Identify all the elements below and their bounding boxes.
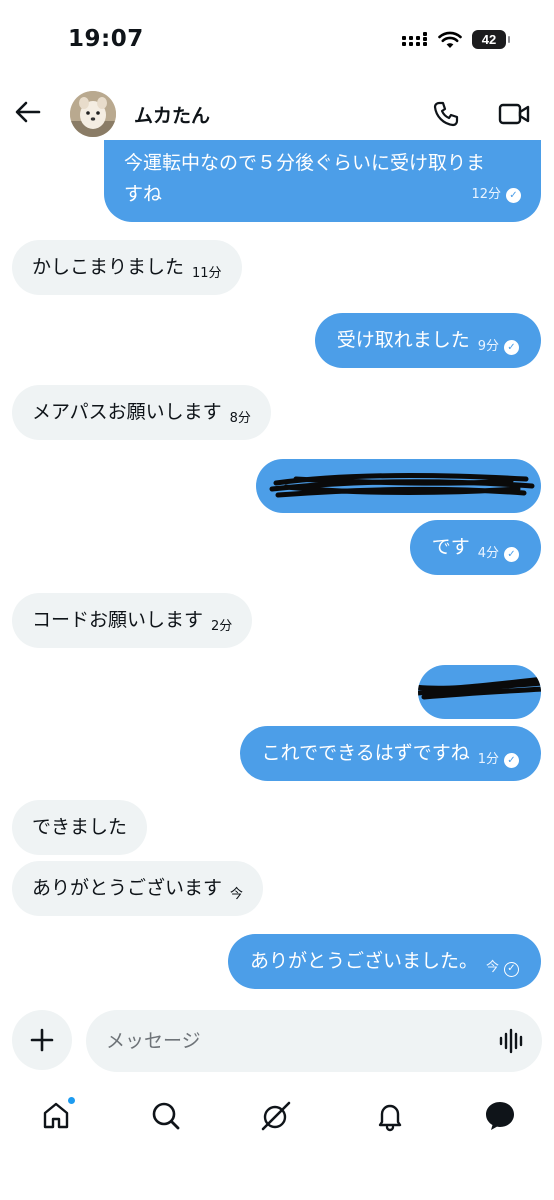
message-outgoing-redacted[interactable] xyxy=(256,459,541,513)
message-text: かしこまりました xyxy=(32,256,185,278)
message-outgoing[interactable]: 今運転中なので５分後ぐらいに受け取りま すね 12分 ✓ xyxy=(104,140,541,222)
message-text: これでできるはずですね xyxy=(261,742,470,764)
message-time: 2分 xyxy=(211,619,233,634)
notifications-icon xyxy=(378,1104,402,1132)
message-time: 4分 xyxy=(477,546,499,561)
message-text: ありがとうございます xyxy=(32,877,223,899)
message-outgoing[interactable]: これでできるはずですね 1分 ✓ xyxy=(239,726,541,781)
redaction-scribble xyxy=(269,473,535,498)
messages-icon xyxy=(486,1102,514,1130)
contact-avatar[interactable] xyxy=(70,91,116,137)
home-icon xyxy=(43,1102,69,1129)
video-call-button[interactable] xyxy=(496,98,532,130)
read-check-icon: ✓ xyxy=(506,188,521,203)
tab-notifications[interactable] xyxy=(370,1096,410,1136)
redaction-scribble xyxy=(418,676,541,700)
dog-avatar-image xyxy=(70,91,116,137)
message-text: できました xyxy=(32,816,128,838)
chat-header: ムカたん xyxy=(0,84,554,146)
phone-icon xyxy=(433,101,459,127)
message-text: ありがとうございました。 xyxy=(249,950,478,972)
message-outgoing[interactable]: 受け取れました 9分 ✓ xyxy=(314,313,541,368)
read-check-icon: ✓ xyxy=(504,753,519,768)
message-time: 1分 xyxy=(477,752,499,767)
cellular-signal-icon xyxy=(402,31,427,46)
voice-call-button[interactable] xyxy=(430,98,462,130)
message-time: 11分 xyxy=(192,266,222,281)
message-incoming[interactable]: メアパスお願いします 8分 xyxy=(12,385,271,440)
status-indicators: 42 xyxy=(402,30,510,49)
message-time: 今 xyxy=(230,887,244,902)
message-incoming[interactable]: コードお願いします 2分 xyxy=(12,593,253,648)
battery-level: 42 xyxy=(481,32,497,47)
wifi-icon xyxy=(438,31,462,48)
message-outgoing[interactable]: です 4分 ✓ xyxy=(409,520,541,575)
battery-icon: 42 xyxy=(472,30,510,49)
plus-icon xyxy=(30,1028,54,1052)
bottom-tab-bar xyxy=(0,1088,554,1146)
message-text: すね xyxy=(124,183,163,205)
tab-grok[interactable] xyxy=(256,1096,296,1136)
grok-icon xyxy=(261,1101,291,1131)
message-text-line: すね 12分 ✓ xyxy=(124,179,521,210)
message-outgoing-redacted[interactable] xyxy=(418,665,541,719)
message-input[interactable] xyxy=(86,1010,542,1072)
message-text: 受け取れました xyxy=(336,329,470,351)
read-check-icon: ✓ xyxy=(504,547,519,562)
message-incoming[interactable]: ありがとうございます今 xyxy=(12,861,264,916)
notification-dot xyxy=(67,1096,76,1105)
sent-check-icon: ✓ xyxy=(504,962,519,977)
tab-messages[interactable] xyxy=(480,1096,520,1136)
message-text: です xyxy=(431,536,470,558)
back-button[interactable] xyxy=(12,96,44,128)
tab-home[interactable] xyxy=(36,1096,76,1136)
message-outgoing[interactable]: ありがとうございました。今 ✓ xyxy=(227,934,541,989)
message-incoming[interactable]: できました xyxy=(12,800,148,855)
status-bar: 19:07 42 xyxy=(0,0,554,80)
search-icon xyxy=(152,1102,180,1130)
video-camera-icon xyxy=(498,103,530,125)
message-text-line: 今運転中なので５分後ぐらいに受け取りま xyxy=(124,152,486,174)
message-incoming[interactable]: かしこまりました 11分 xyxy=(12,240,242,295)
message-time: 8分 xyxy=(229,411,251,426)
message-time: 12分 xyxy=(471,187,501,202)
message-text: メアパスお願いします xyxy=(32,401,222,423)
attach-button[interactable] xyxy=(12,1010,72,1070)
message-time: 今 xyxy=(485,960,499,975)
message-time: 9分 xyxy=(477,339,499,354)
tab-search[interactable] xyxy=(146,1096,186,1136)
contact-name[interactable]: ムカたん xyxy=(134,101,210,128)
message-text: コードお願いします xyxy=(32,609,204,631)
voice-message-button[interactable] xyxy=(496,1026,528,1056)
arrow-left-icon xyxy=(15,101,41,123)
read-check-icon: ✓ xyxy=(504,340,519,355)
audio-waveform-icon xyxy=(499,1028,523,1054)
status-time: 19:07 xyxy=(68,26,144,52)
